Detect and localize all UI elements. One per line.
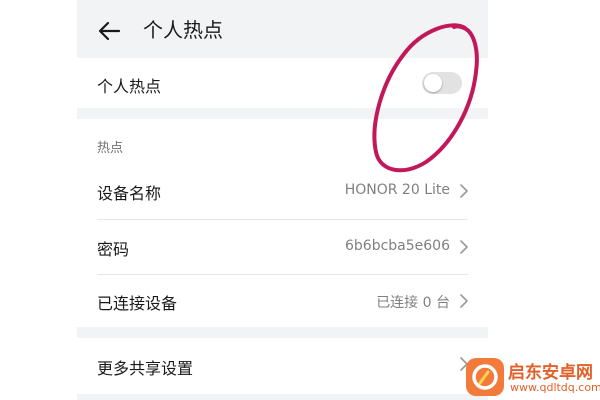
section-title-hotspot: 热点: [97, 141, 124, 156]
hotspot-toggle-row[interactable]: 个人热点: [77, 58, 488, 108]
hotspot-section-card: 热点 设备名称 HONOR 20 Lite 密码 6b6bcba5e606 已连…: [77, 119, 488, 327]
watermark-url: www.qdltdq.com: [510, 381, 600, 394]
hotspot-toggle-card: 个人热点: [77, 58, 488, 108]
page-title: 个人热点: [143, 18, 223, 42]
watermark-logo: 启东安卓网 www.qdltdq.com: [466, 356, 600, 400]
chevron-right-icon: [460, 294, 468, 308]
password-label: 密码: [97, 240, 130, 259]
connected-devices-label: 已连接设备: [97, 294, 178, 313]
back-button[interactable]: [95, 16, 125, 46]
toggle-knob: [424, 74, 442, 92]
device-name-row[interactable]: 设备名称 HONOR 20 Lite: [77, 163, 488, 219]
connected-devices-value: 已连接 0 台: [376, 295, 450, 311]
more-settings-card: 更多共享设置: [77, 338, 488, 394]
watermark-badge-icon: [466, 358, 504, 396]
more-sharing-settings-row[interactable]: 更多共享设置: [77, 338, 488, 394]
hotspot-toggle-switch[interactable]: [422, 72, 462, 94]
password-value: 6b6bcba5e606: [345, 238, 450, 254]
more-sharing-settings-label: 更多共享设置: [97, 359, 194, 378]
device-name-label: 设备名称: [97, 184, 162, 203]
arrow-left-icon: [98, 21, 121, 41]
chevron-right-icon: [460, 184, 468, 198]
watermark-title: 启东安卓网: [508, 363, 593, 383]
hotspot-settings-screen: 个人热点 个人热点 热点 设备名称 HONOR 20 Lite 密码 6b6bc…: [77, 0, 488, 400]
device-name-value: HONOR 20 Lite: [344, 182, 450, 198]
hotspot-toggle-label: 个人热点: [97, 77, 162, 96]
top-app-bar: 个人热点: [77, 0, 488, 58]
password-row[interactable]: 密码 6b6bcba5e606: [77, 220, 488, 274]
chevron-right-icon: [460, 240, 468, 254]
connected-devices-row[interactable]: 已连接设备 已连接 0 台: [77, 275, 488, 327]
